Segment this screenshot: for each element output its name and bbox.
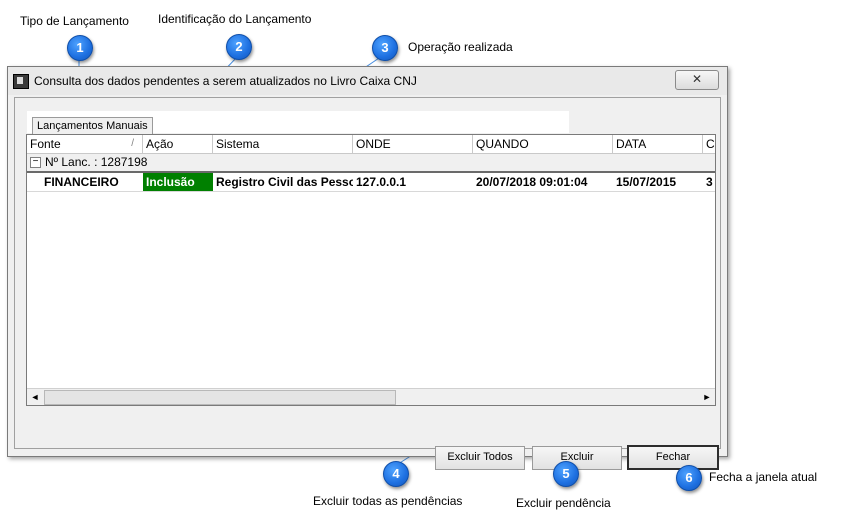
column-label-fonte: Fonte xyxy=(30,137,61,151)
close-button[interactable]: ✕ xyxy=(675,70,719,90)
callout-label-2: Identificação do Lançamento xyxy=(158,12,312,26)
callout-badge-1: 1 xyxy=(67,35,93,61)
column-header-c[interactable]: C xyxy=(703,135,715,153)
title-bar[interactable]: Consulta dos dados pendentes a serem atu… xyxy=(8,67,727,95)
callout-badge-3: 3 xyxy=(372,35,398,61)
tab-strip: Lançamentos Manuais xyxy=(27,111,569,136)
cell-onde: 127.0.0.1 xyxy=(356,175,407,189)
callout-label-4: Excluir todas as pendências xyxy=(313,494,463,508)
pending-data-grid[interactable]: Fonte / Ação Sistema ONDE QUANDO DATA C … xyxy=(26,134,716,406)
window-app-icon xyxy=(13,74,29,89)
column-header-fonte[interactable]: Fonte / xyxy=(27,135,143,153)
group-row[interactable]: − Nº Lanc. : 1287198 xyxy=(27,154,715,173)
scroll-left-icon[interactable]: ◄ xyxy=(27,389,43,405)
scroll-right-icon[interactable]: ► xyxy=(699,389,715,405)
column-header-onde[interactable]: ONDE xyxy=(353,135,473,153)
horizontal-scrollbar[interactable]: ◄ ► xyxy=(27,388,715,405)
cell-acao: Inclusão xyxy=(143,173,213,191)
group-label: Nº Lanc. : 1287198 xyxy=(45,155,148,169)
callout-badge-5: 5 xyxy=(553,461,579,487)
callout-badge-2: 2 xyxy=(226,34,252,60)
fechar-button[interactable]: Fechar xyxy=(627,445,719,470)
cell-fonte: FINANCEIRO xyxy=(44,175,119,189)
collapse-icon[interactable]: − xyxy=(30,157,41,168)
window-title: Consulta dos dados pendentes a serem atu… xyxy=(34,74,417,88)
excluir-todos-button[interactable]: Excluir Todos xyxy=(435,446,525,470)
table-row[interactable]: FINANCEIRO Inclusão Registro Civil das P… xyxy=(27,173,715,192)
callout-badge-4: 4 xyxy=(383,461,409,487)
cell-sistema: Registro Civil das Pesso xyxy=(216,175,353,189)
callout-label-5: Excluir pendência xyxy=(516,496,611,510)
dialog-window: Consulta dos dados pendentes a serem atu… xyxy=(7,66,728,470)
scroll-thumb[interactable] xyxy=(44,390,396,405)
dialog-body: Lançamentos Manuais Fonte / Ação Sistema… xyxy=(14,97,721,470)
grid-header: Fonte / Ação Sistema ONDE QUANDO DATA C xyxy=(27,135,715,154)
cell-data: 15/07/2015 xyxy=(616,175,677,189)
column-header-data[interactable]: DATA xyxy=(613,135,703,153)
callout-label-6: Fecha a janela atual xyxy=(709,470,818,484)
cell-quando: 20/07/2018 09:01:04 xyxy=(476,175,588,189)
callout-label-3: Operação realizada xyxy=(408,40,513,54)
column-header-quando[interactable]: QUANDO xyxy=(473,135,613,153)
callout-badge-6: 6 xyxy=(676,465,702,491)
sort-indicator-icon: / xyxy=(131,138,134,149)
column-header-sistema[interactable]: Sistema xyxy=(213,135,353,153)
callout-label-1: Tipo de Lançamento xyxy=(20,14,129,28)
cell-c: 3 xyxy=(706,175,713,189)
column-header-acao[interactable]: Ação xyxy=(143,135,213,153)
